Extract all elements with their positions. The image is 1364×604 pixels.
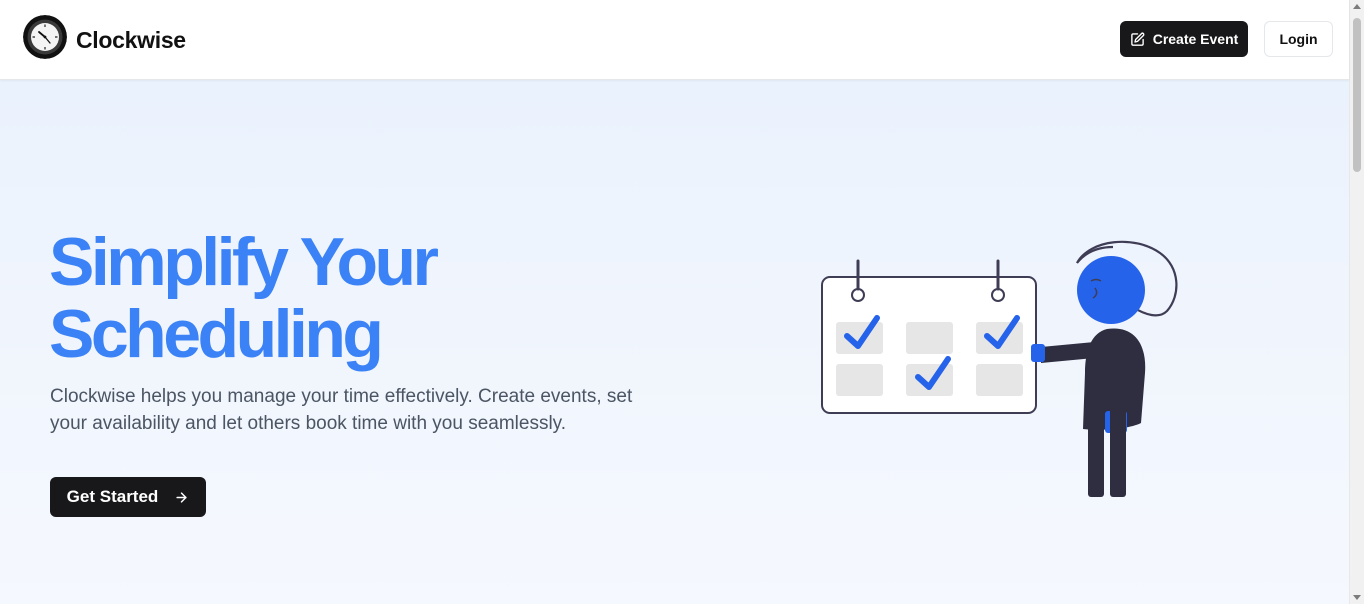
arrow-right-icon [176,491,187,503]
scroll-up-icon[interactable] [1353,4,1361,9]
edit-icon [1130,32,1145,46]
login-label: Login [1279,31,1318,47]
login-button[interactable]: Login [1264,21,1333,57]
hero-section: Simplify Your Scheduling Clockwise helps… [0,80,1349,604]
create-event-label: Create Event [1152,31,1239,47]
scrollbar-thumb[interactable] [1353,18,1361,172]
brand-name[interactable]: Clockwise [76,27,186,53]
create-event-button[interactable]: Create Event [1120,21,1248,57]
top-navbar: Clockwise Create Event Login [0,0,1349,80]
scroll-down-icon[interactable] [1353,595,1361,600]
page-scrollbar[interactable] [1349,0,1364,604]
hero-title: Simplify Your Scheduling [49,224,439,372]
clock-logo-icon[interactable] [23,15,67,59]
page: Clockwise Create Event Login Simplify Yo… [0,0,1364,604]
get-started-button[interactable]: Get Started [50,477,206,517]
calendar-checklist-illustration [821,240,1178,497]
hero-subtitle: Clockwise helps you manage your time eff… [50,386,633,434]
get-started-label: Get Started [66,487,159,506]
